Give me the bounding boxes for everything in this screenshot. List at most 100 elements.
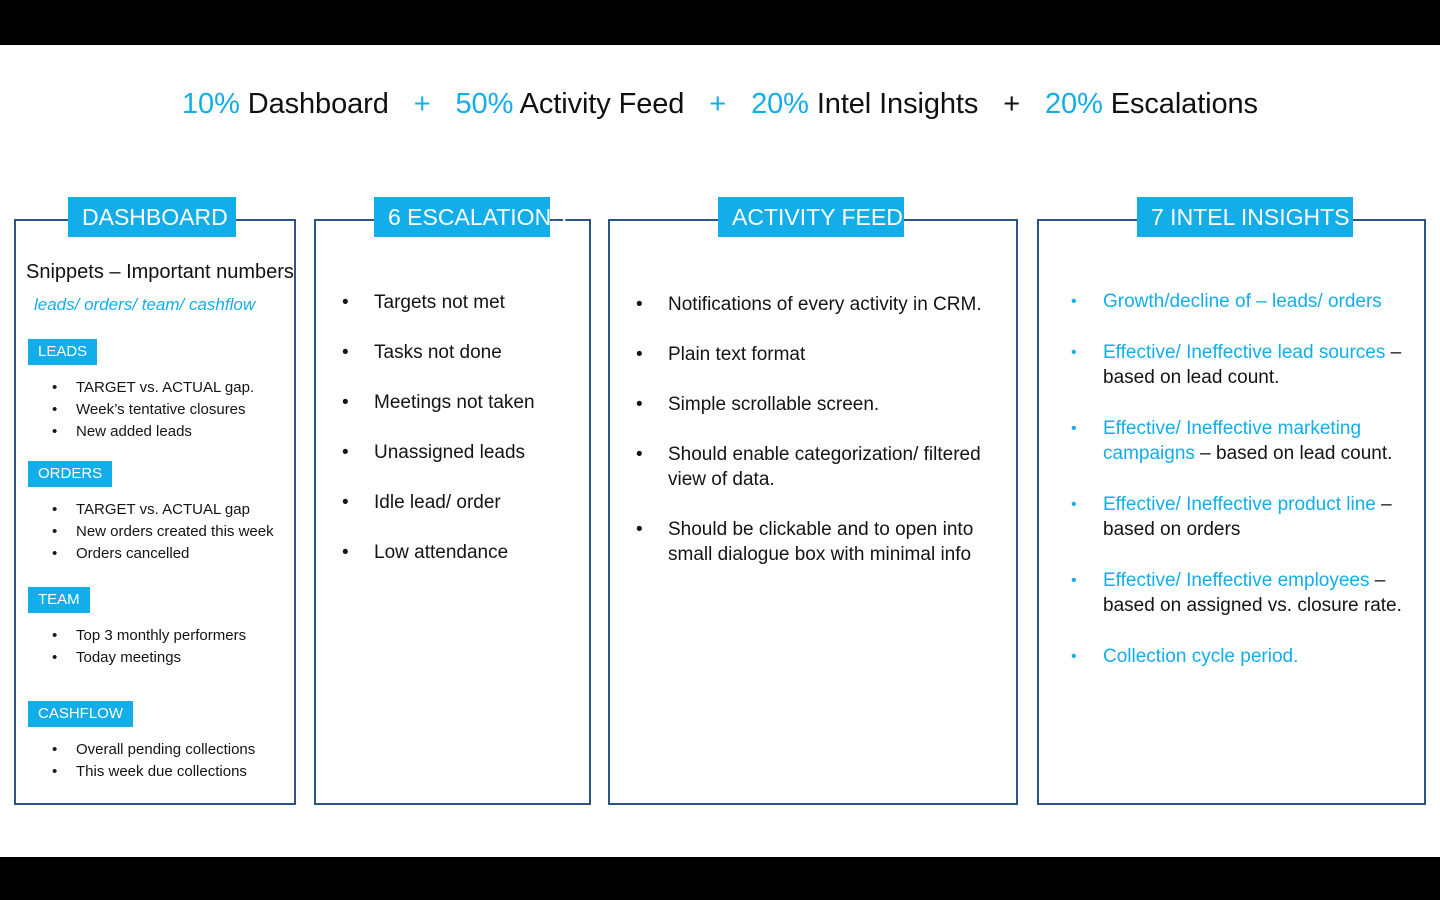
bullet-icon: • <box>342 442 349 463</box>
bullet-icon: • <box>342 542 349 563</box>
bullet-icon: • <box>636 394 643 415</box>
list-item-highlight: Effective/ Ineffective product line <box>1103 494 1376 515</box>
list-item-label: Unassigned leads <box>374 442 526 463</box>
list-item: • Meetings not taken <box>316 391 593 415</box>
list-item-label: Notifications of every activity in CRM. <box>668 294 982 315</box>
list-item-label: Should be clickable and to open into sma… <box>668 519 974 565</box>
list-item: • Idle lead/ order <box>316 491 593 515</box>
section-badge-team: TEAM <box>28 587 90 613</box>
list-item: • Simple scrollable screen. <box>610 392 1010 417</box>
panel-tab-escalations: 6 ESCALATIONS <box>374 197 567 237</box>
headline-plus-3: + <box>1003 88 1021 120</box>
list-item: • Growth/decline of – leads/ orders <box>1045 289 1420 314</box>
headline-word-4: Escalations <box>1110 88 1258 120</box>
bullet-icon: • <box>1071 344 1077 361</box>
headline-pct-3: 20% <box>751 88 809 120</box>
bullet-icon: • <box>1071 648 1077 665</box>
list-item: New added leads <box>28 421 254 443</box>
dashboard-section-cashflow: CASHFLOW Overall pending collections Thi… <box>28 701 255 783</box>
list-item-label: Tasks not done <box>374 342 502 363</box>
dashboard-heading: Snippets – Important numbers <box>26 261 294 283</box>
panel-activity-feed: • Notifications of every activity in CRM.… <box>608 219 1018 805</box>
list-item-highlight: Effective/ Ineffective lead sources <box>1103 342 1386 363</box>
list-item: • Should be clickable and to open into sm… <box>610 517 1010 567</box>
panel-intel-insights: • Growth/decline of – leads/ orders • Effe… <box>1037 219 1426 805</box>
page-title: 10% Dashboard + 50% Activity Feed + 20% … <box>0 84 1440 124</box>
bullet-icon: • <box>342 392 349 413</box>
list-item: • Effective/ Ineffective employees – base… <box>1045 568 1420 618</box>
list-item-highlight: Effective/ Ineffective employees <box>1103 570 1370 591</box>
list-item: • Notifications of every activity in CRM. <box>610 292 1010 317</box>
list-item: • Plain text format <box>610 342 1010 367</box>
bullet-icon: • <box>636 344 643 365</box>
list-item: • Should enable categorization/ filtered … <box>610 442 1010 492</box>
intel-insights-list: • Growth/decline of – leads/ orders • Effe… <box>1045 289 1420 695</box>
list-item: • Unassigned leads <box>316 441 593 465</box>
panel-tab-intel-insights: 7 INTEL INSIGHTS <box>1137 197 1353 237</box>
section-badge-cashflow: CASHFLOW <box>28 701 134 727</box>
bullet-icon: • <box>1071 496 1077 513</box>
bullet-icon: • <box>1071 572 1077 589</box>
section-badge-leads: LEADS <box>28 339 98 365</box>
list-item: • Effective/ Ineffective marketing campai… <box>1045 416 1420 466</box>
dashboard-cashflow-list: Overall pending collections This week du… <box>28 739 255 783</box>
headline-pct-1: 10% <box>182 88 240 120</box>
headline-plus-2: + <box>709 88 727 120</box>
bullet-icon: • <box>636 294 643 315</box>
dashboard-section-team: TEAM Top 3 monthly performers Today meet… <box>28 587 246 669</box>
list-item-label: Simple scrollable screen. <box>668 394 880 415</box>
panel-escalations: • Targets not met • Tasks not done • Meetin… <box>314 219 591 805</box>
headline-word-3: Intel Insights <box>816 88 979 120</box>
dashboard-team-list: Top 3 monthly performers Today meetings <box>28 625 246 669</box>
headline-segment-2: 50% Activity Feed <box>456 88 693 120</box>
bullet-icon: • <box>1071 293 1077 310</box>
list-item: • Tasks not done <box>316 341 593 365</box>
headline-segment-3: 20% Intel Insights <box>751 88 986 120</box>
dashboard-subheading: leads/ orders/ team/ cashflow <box>34 295 256 314</box>
list-item: TARGET vs. ACTUAL gap <box>28 499 274 521</box>
headline-plus-1: + <box>413 88 431 120</box>
headline-pct-4: 20% <box>1045 88 1103 120</box>
section-badge-orders: ORDERS <box>28 461 113 487</box>
activity-feed-list: • Notifications of every activity in CRM.… <box>610 292 1010 592</box>
list-item: TARGET vs. ACTUAL gap. <box>28 377 254 399</box>
list-item-label: Low attendance <box>374 542 509 563</box>
list-item-highlight: Growth/decline of – leads/ orders <box>1103 291 1382 312</box>
bullet-icon: • <box>342 492 349 513</box>
dashboard-section-leads: LEADS TARGET vs. ACTUAL gap. Week’s tent… <box>28 339 254 443</box>
top-black-bar <box>0 0 1440 45</box>
panel-dashboard: Snippets – Important numbers leads/ orde… <box>14 219 296 805</box>
list-item: Orders cancelled <box>28 543 274 565</box>
panel-tab-activity-feed: ACTIVITY FEED <box>718 197 904 237</box>
dashboard-section-orders: ORDERS TARGET vs. ACTUAL gap New orders … <box>28 461 274 565</box>
list-item: • Effective/ Ineffective lead sources – b… <box>1045 340 1420 390</box>
dashboard-orders-list: TARGET vs. ACTUAL gap New orders created… <box>28 499 274 565</box>
list-item: • Targets not met <box>316 291 593 315</box>
list-item: This week due collections <box>28 761 255 783</box>
list-item: Week’s tentative closures <box>28 399 254 421</box>
list-item-highlight: Collection cycle period. <box>1103 646 1299 667</box>
bullet-icon: • <box>342 342 349 363</box>
bullet-icon: • <box>342 292 349 313</box>
list-item: • Collection cycle period. <box>1045 644 1420 669</box>
panel-tab-dashboard: DASHBOARD <box>68 197 236 237</box>
bullet-icon: • <box>636 519 643 540</box>
list-item-label: Idle lead/ order <box>374 492 501 513</box>
list-item: Today meetings <box>28 647 246 669</box>
list-item-label: Plain text format <box>668 344 806 365</box>
headline-segment-4: 20% Escalations <box>1045 88 1258 120</box>
bottom-black-bar <box>0 857 1440 900</box>
headline-word-2: Activity Feed <box>519 88 685 120</box>
bullet-icon: • <box>1071 420 1077 437</box>
headline-segment-1: 10% Dashboard <box>182 88 397 120</box>
list-item: Overall pending collections <box>28 739 255 761</box>
list-item: New orders created this week <box>28 521 274 543</box>
list-item-label: Meetings not taken <box>374 392 535 413</box>
headline-word-1: Dashboard <box>247 88 389 120</box>
list-item: Top 3 monthly performers <box>28 625 246 647</box>
list-item-label: Should enable categorization/ filtered v… <box>668 444 981 490</box>
list-item-rest: – based on lead count. <box>1194 443 1393 464</box>
list-item-label: Targets not met <box>374 292 505 313</box>
list-item: • Effective/ Ineffective product line – b… <box>1045 492 1420 542</box>
bullet-icon: • <box>636 444 643 465</box>
